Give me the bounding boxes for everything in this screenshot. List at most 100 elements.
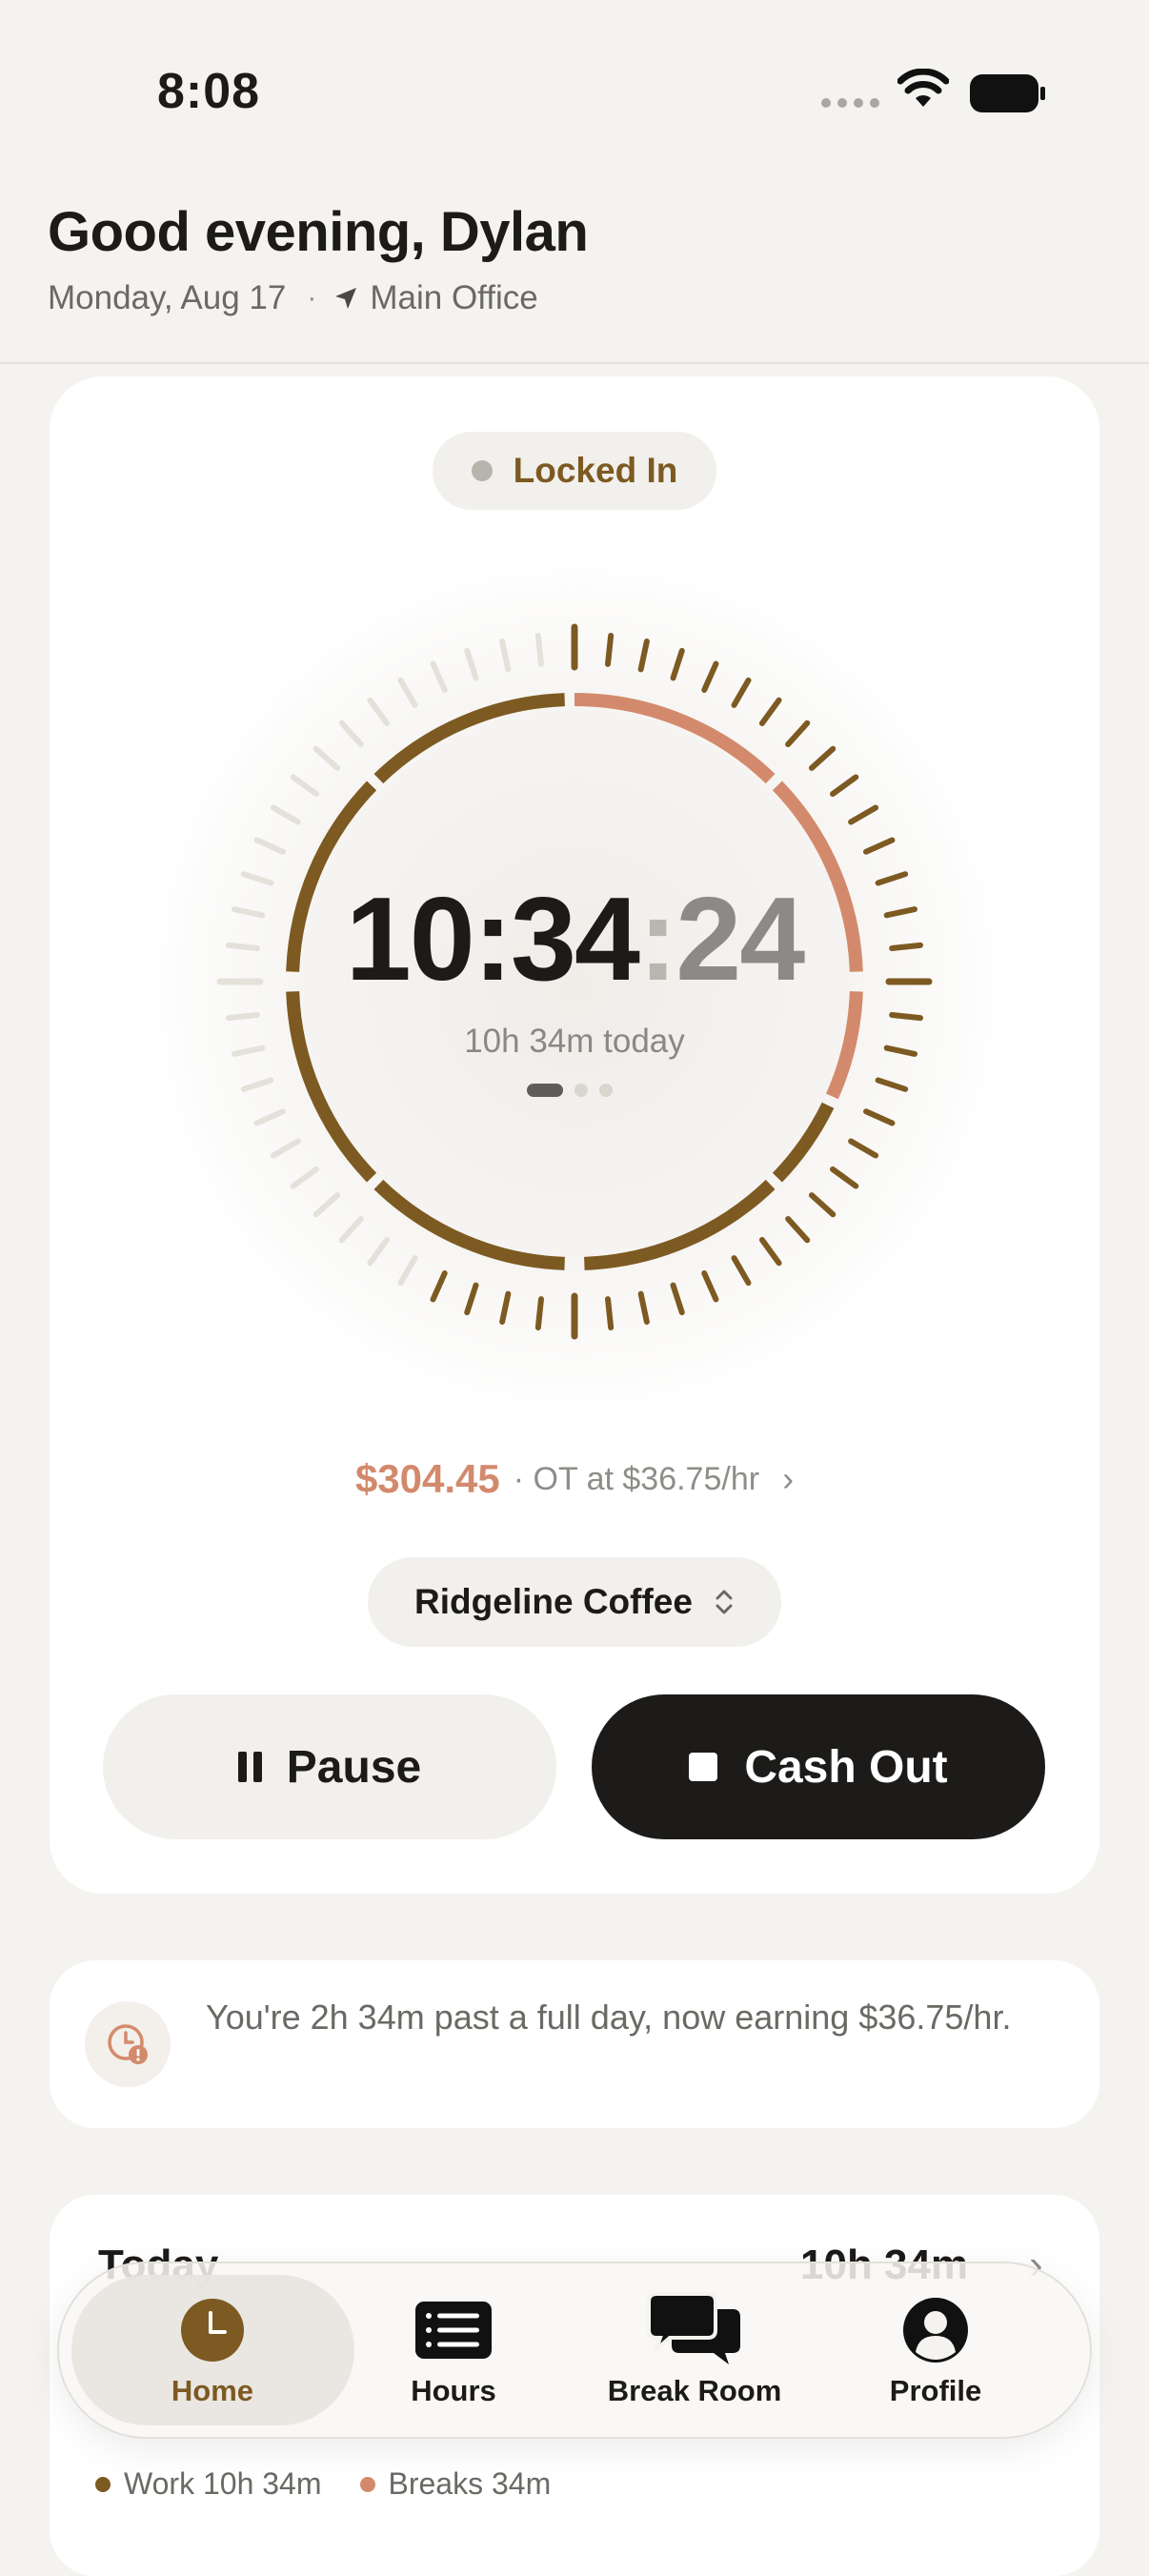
dial-tick — [464, 1282, 479, 1316]
page-dot[interactable] — [574, 1084, 588, 1097]
dial-tick — [785, 1215, 811, 1244]
time-colon: : — [637, 874, 677, 1005]
earnings-amount: $304.45 — [354, 1456, 500, 1501]
dial-tick — [499, 1290, 512, 1326]
legend-dot-work — [95, 2476, 111, 2492]
cash-out-button[interactable]: Cash Out — [592, 1694, 1045, 1839]
stop-icon — [689, 1753, 718, 1781]
header-subline: Monday, Aug 17 · Main Office — [48, 279, 538, 317]
dial-tick — [863, 837, 896, 855]
tab-hours[interactable]: Hours — [339, 2292, 568, 2416]
dial-tick — [701, 660, 719, 693]
dial-tick — [785, 720, 811, 748]
dial-tick — [808, 1192, 837, 1218]
dial-tick — [338, 1215, 364, 1244]
legend-dot-breaks — [359, 2476, 375, 2492]
work-arc — [584, 1179, 776, 1270]
dial-tick — [808, 745, 837, 771]
page-indicator[interactable] — [527, 1084, 613, 1097]
page-dot[interactable] — [599, 1084, 613, 1097]
dial-tick — [240, 1077, 274, 1092]
chevron-right-icon: › — [782, 1459, 795, 1498]
dial-tick — [464, 647, 479, 681]
status-bar: 8:08 — [0, 0, 1149, 172]
separator: · — [307, 282, 317, 314]
pause-button[interactable]: Pause — [103, 1694, 556, 1839]
dial-tick — [367, 697, 391, 726]
job-selector[interactable]: Ridgeline Coffee — [368, 1557, 781, 1647]
elapsed-seconds: 24 — [675, 874, 805, 1005]
overtime-rate: · OT at $36.75/hr — [513, 1460, 760, 1497]
dial-tick — [670, 1282, 685, 1316]
tab-home[interactable]: Home — [98, 2292, 327, 2416]
dial-tick — [367, 1237, 391, 1267]
tab-hours-label: Hours — [411, 2374, 496, 2407]
dial-tick — [312, 745, 341, 771]
tab-break-room-label: Break Room — [607, 2374, 782, 2407]
wifi-icon — [897, 69, 949, 107]
dial-tick — [397, 677, 418, 708]
person-icon — [902, 2292, 969, 2368]
status-badge: Locked In — [433, 432, 716, 510]
dial-tick — [758, 697, 782, 726]
page-dot-active[interactable] — [527, 1084, 563, 1097]
work-arc — [373, 1179, 565, 1270]
dial-tick — [863, 1108, 896, 1126]
status-label: Locked In — [513, 451, 678, 490]
dial-tick — [830, 774, 859, 798]
greeting-title: Good evening, Dylan — [48, 201, 589, 263]
battery-icon — [970, 74, 1045, 112]
dial-tick — [637, 638, 650, 673]
current-date: Monday, Aug 17 — [48, 279, 287, 316]
dial-tick — [605, 632, 615, 667]
dial-tick — [499, 638, 512, 673]
tab-profile[interactable]: Profile — [821, 2292, 1050, 2416]
elapsed-hours-minutes: 10:34 — [345, 874, 640, 1005]
overtime-notice-text: You're 2h 34m past a full day, now earni… — [206, 1998, 1012, 2037]
earnings-row[interactable]: $304.45 · OT at $36.75/hr › — [0, 1456, 1149, 1502]
dial-tick — [312, 1192, 341, 1218]
dial-tick — [225, 1012, 260, 1022]
dial-tick — [605, 1296, 615, 1331]
dial-tick — [253, 837, 286, 855]
legend-breaks-label: Breaks 34m — [388, 2466, 552, 2501]
pause-label: Pause — [286, 1741, 422, 1793]
dial-tick — [848, 804, 879, 825]
dial-tick — [534, 632, 544, 667]
legend-breaks: Breaks 34m — [359, 2466, 552, 2502]
pause-icon — [237, 1752, 262, 1782]
dial-tick — [253, 1108, 286, 1126]
job-name: Ridgeline Coffee — [414, 1582, 693, 1621]
location-label[interactable]: Main Office — [370, 279, 537, 317]
dial-tick — [701, 1270, 719, 1303]
legend-work-label: Work 10h 34m — [124, 2466, 322, 2501]
status-time: 8:08 — [157, 64, 261, 119]
elapsed-time: 10:34:24 — [0, 872, 1149, 1007]
list-icon — [414, 2292, 493, 2368]
cash-out-label: Cash Out — [744, 1741, 948, 1793]
dial-tick — [397, 1255, 418, 1287]
today-summary: 10h 34m today — [464, 1023, 685, 1060]
status-dot — [471, 460, 493, 481]
clock-icon — [179, 2292, 246, 2368]
dial-tick — [830, 1166, 859, 1189]
overtime-notice-card — [50, 1960, 1099, 2128]
dial-tick — [889, 1012, 924, 1022]
tab-break-room[interactable]: Break Room — [580, 2292, 809, 2416]
dial-tick — [637, 1290, 650, 1326]
signal-icon — [821, 98, 879, 108]
location-arrow-icon — [335, 288, 357, 309]
dial-tick — [338, 720, 364, 748]
dial-tick — [534, 1296, 544, 1331]
work-arc — [373, 693, 565, 784]
dial-tick — [270, 804, 301, 825]
chevron-up-down-icon — [716, 1590, 733, 1614]
dial-tick — [290, 774, 319, 798]
dial-tick — [731, 677, 752, 708]
dial-tick — [731, 1255, 752, 1287]
chat-bubbles-icon — [647, 2292, 742, 2368]
dial-tick — [758, 1237, 782, 1267]
dial-tick — [270, 1138, 301, 1159]
header: Good evening, Dylan Monday, Aug 17 · Mai… — [0, 172, 1149, 364]
legend-work: Work 10h 34m — [95, 2466, 322, 2502]
